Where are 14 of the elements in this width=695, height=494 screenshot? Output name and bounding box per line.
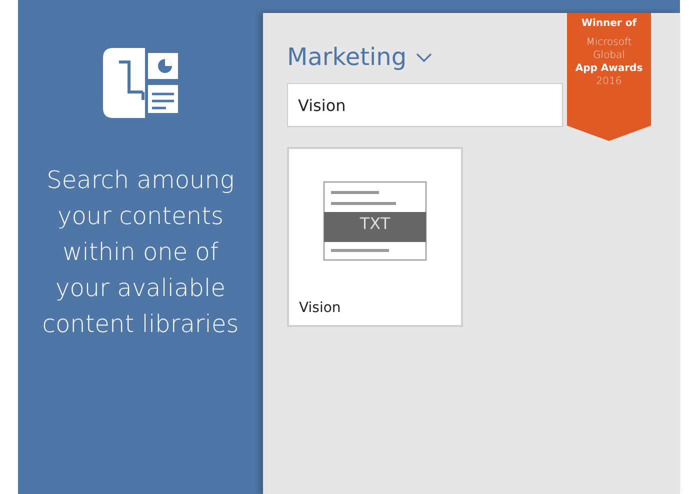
- award-text: Global: [593, 49, 625, 62]
- library-dropdown[interactable]: Marketing: [287, 41, 433, 73]
- file-type-label: TXT: [360, 213, 390, 235]
- sidebar-message: Search amoung your contents within one of your avaliable content libraries: [41, 165, 240, 340]
- file-name: Vision: [299, 299, 341, 318]
- chevron-icon: [414, 52, 433, 62]
- award-text: Microsoft: [586, 36, 632, 49]
- library-app-icon: [102, 48, 178, 118]
- search-field[interactable]: Vision: [287, 83, 563, 127]
- award-text: App Awards: [575, 62, 643, 75]
- award-text: Winner of: [581, 17, 637, 30]
- award-text: 2016: [596, 75, 622, 88]
- text-file-icon: [323, 181, 427, 261]
- file-tile[interactable]: TXT Vision: [287, 147, 463, 327]
